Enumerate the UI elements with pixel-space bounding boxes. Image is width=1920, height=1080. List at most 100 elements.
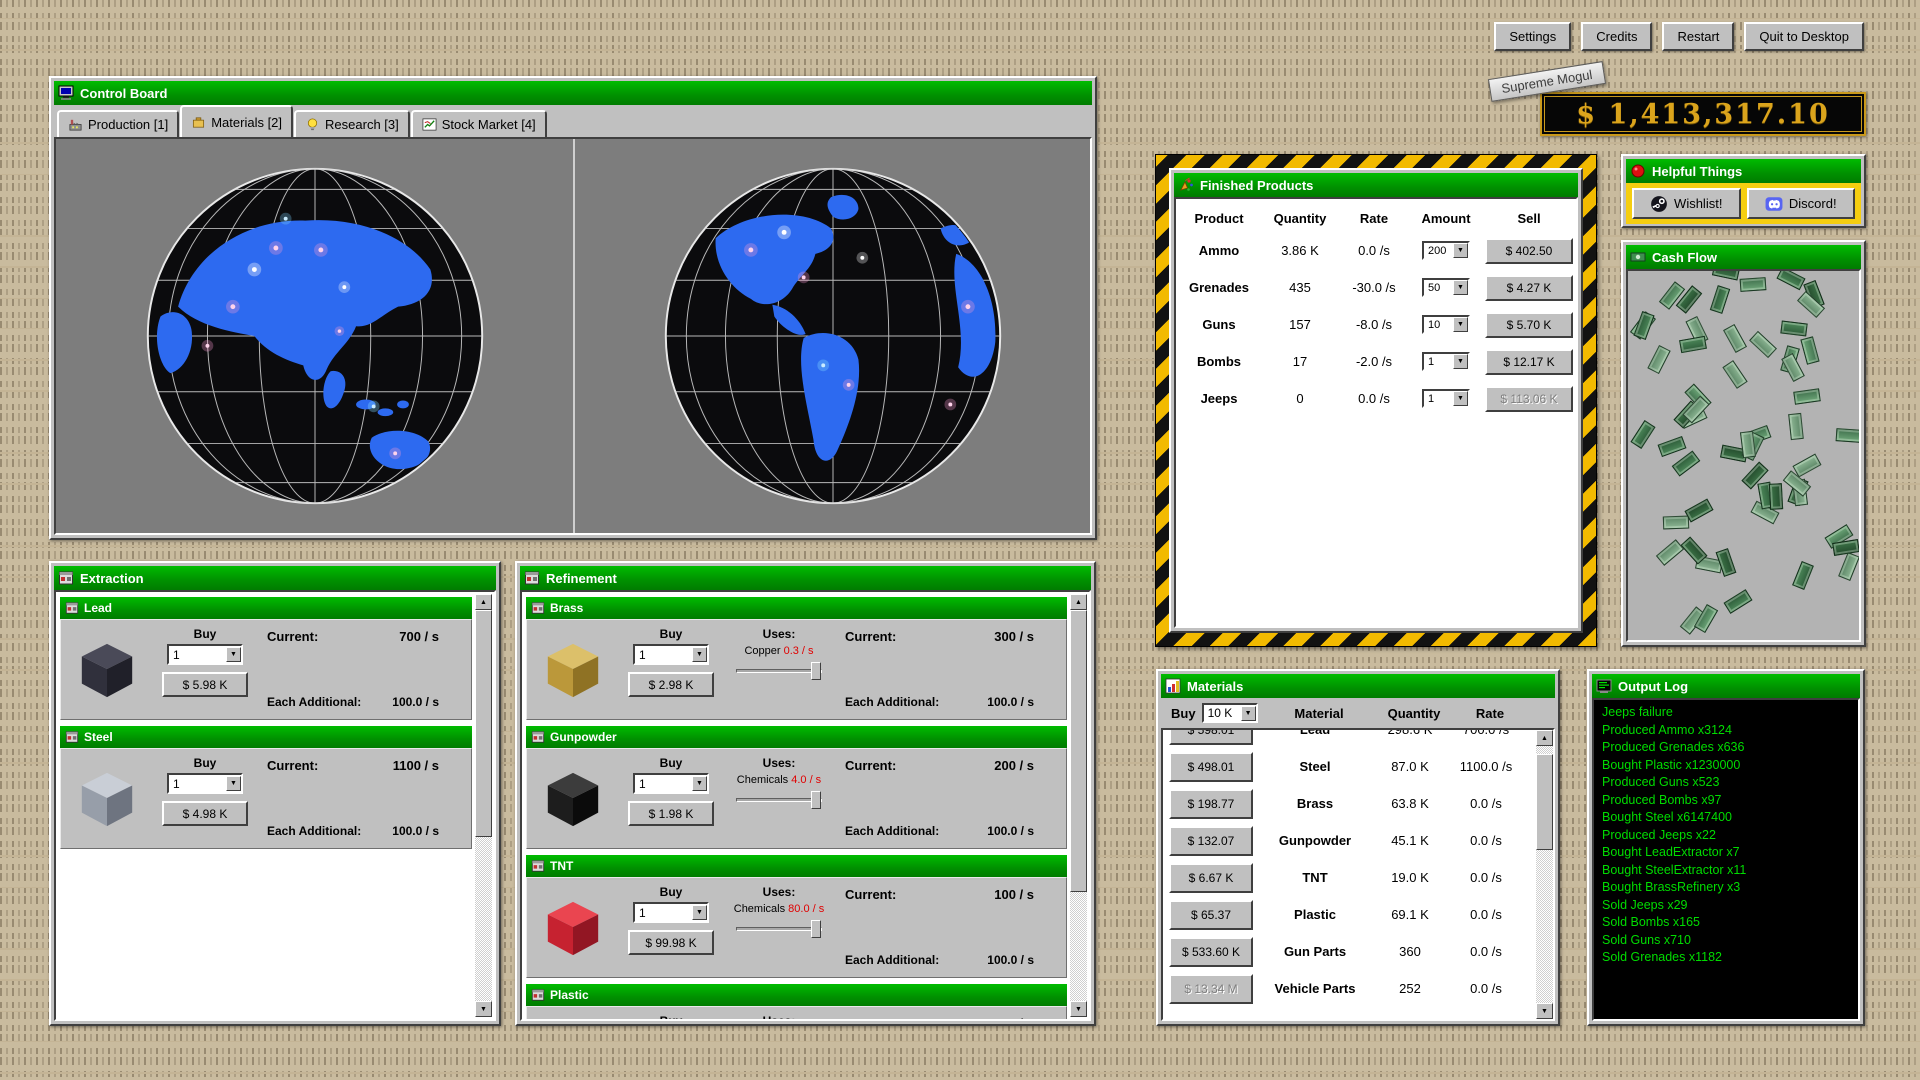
column-header: Rate: [1457, 706, 1523, 721]
sell-button[interactable]: $ 4.27 K: [1485, 275, 1573, 301]
uses-slider[interactable]: [736, 669, 822, 673]
chevron-down-icon[interactable]: ▼: [226, 776, 241, 791]
output-log-titlebar: Output Log: [1592, 674, 1860, 698]
scroll-up-icon[interactable]: ▲: [1070, 594, 1087, 610]
tab-research[interactable]: Research [3]: [294, 110, 410, 137]
vertical-scrollbar[interactable]: ▲ ▼: [475, 594, 492, 1017]
restart-button[interactable]: Restart: [1662, 22, 1734, 51]
table-row: Jeeps 0 0.0 /s 1▼ $ 113.06 K: [1176, 380, 1576, 417]
quit-to-desktop-button[interactable]: Quit to Desktop: [1744, 22, 1864, 51]
chevron-down-icon[interactable]: ▼: [692, 905, 707, 920]
buy-amount-select[interactable]: 1 ▼: [633, 902, 709, 923]
buy-refinery-button[interactable]: $ 2.98 K: [628, 672, 714, 697]
log-line: Bought Steel x6147400: [1602, 809, 1850, 827]
uses-slider[interactable]: [736, 927, 822, 931]
buy-material-button[interactable]: $ 13.34 M: [1169, 974, 1253, 1004]
buy-amount-select[interactable]: 1 ▼: [633, 644, 709, 665]
sell-amount-select[interactable]: 1▼: [1422, 352, 1470, 371]
buy-label: Buy: [660, 627, 683, 641]
slider-thumb[interactable]: [811, 920, 821, 938]
buy-material-button[interactable]: $ 132.07: [1169, 826, 1253, 856]
material-name: TNT: [1263, 870, 1367, 885]
each-additional-label: Each Additional:: [845, 695, 939, 709]
sell-button[interactable]: $ 402.50: [1485, 238, 1573, 264]
wishlist-button[interactable]: Wishlist!: [1632, 188, 1741, 219]
scroll-up-icon[interactable]: ▲: [475, 594, 492, 610]
buy-amount-select[interactable]: 10 K ▼: [1202, 703, 1258, 723]
material-row: $ 498.01 Steel 87.0 K 1100.0 /s: [1163, 748, 1536, 785]
uses-label: Uses:: [763, 1014, 796, 1021]
sell-button[interactable]: $ 12.17 K: [1485, 349, 1573, 375]
buy-refinery-button[interactable]: $ 1.98 K: [628, 801, 714, 826]
scroll-down-icon[interactable]: ▼: [475, 1001, 492, 1017]
credits-button[interactable]: Credits: [1581, 22, 1652, 51]
tab-materials[interactable]: Materials [2]: [180, 105, 293, 137]
output-log-body: Jeeps failure Produced Ammo x3124 Produc…: [1592, 698, 1860, 1021]
system-button-bar: Settings Credits Restart Quit to Desktop: [1494, 22, 1864, 51]
material-row: $ 198.77 Brass 63.8 K 0.0 /s: [1163, 785, 1536, 822]
control-board-window: Control Board Production [1] Materials […: [49, 76, 1097, 540]
scroll-down-icon[interactable]: ▼: [1070, 1001, 1087, 1017]
material-quantity: 69.1 K: [1367, 907, 1453, 922]
chevron-down-icon[interactable]: ▼: [692, 776, 707, 791]
buy-material-button[interactable]: $ 533.60 K: [1169, 937, 1253, 967]
uses-slider[interactable]: [736, 798, 822, 802]
buy-amount-select[interactable]: 1 ▼: [167, 773, 243, 794]
discord-button[interactable]: Discord!: [1747, 188, 1856, 219]
slider-thumb[interactable]: [811, 662, 821, 680]
buy-amount-select[interactable]: 1 ▼: [633, 773, 709, 794]
log-line: Sold Jeeps x29: [1602, 897, 1850, 915]
settings-button[interactable]: Settings: [1494, 22, 1571, 51]
material-rate: 1100.0 /s: [1453, 759, 1519, 774]
refinement-icon: [524, 570, 540, 586]
buy-refinery-button[interactable]: $ 99.98 K: [628, 930, 714, 955]
chevron-down-icon[interactable]: ▼: [692, 647, 707, 662]
steam-icon: [1650, 195, 1668, 213]
resource-panel-plastic: Plastic Buy 1 ▼ Uses:: [526, 984, 1067, 1021]
extraction-icon: [58, 570, 74, 586]
scrollbar-thumb[interactable]: [475, 610, 492, 837]
vertical-scrollbar[interactable]: ▲ ▼: [1070, 594, 1087, 1017]
vertical-scrollbar[interactable]: ▲ ▼: [1536, 730, 1553, 1019]
buy-material-button[interactable]: $ 498.01: [1169, 752, 1253, 782]
sell-button[interactable]: $ 113.06 K: [1485, 386, 1573, 412]
uses-resource: Copper: [744, 645, 780, 657]
buy-extractor-button[interactable]: $ 5.98 K: [162, 672, 248, 697]
scrollbar-thumb[interactable]: [1070, 610, 1087, 892]
chevron-down-icon[interactable]: ▼: [1453, 243, 1468, 258]
buy-material-button[interactable]: $ 6.67 K: [1169, 863, 1253, 893]
sell-amount-select[interactable]: 200▼: [1422, 241, 1470, 260]
buy-amount-select[interactable]: 1 ▼: [167, 644, 243, 665]
scrollbar-thumb[interactable]: [1536, 754, 1553, 850]
window-title: Output Log: [1618, 679, 1688, 694]
buy-material-button[interactable]: $ 598.01: [1169, 728, 1253, 745]
buy-material-button[interactable]: $ 198.77: [1169, 789, 1253, 819]
buy-material-button[interactable]: $ 65.37: [1169, 900, 1253, 930]
scroll-down-icon[interactable]: ▼: [1536, 1003, 1553, 1019]
current-label: Current:: [845, 629, 896, 644]
log-line: Sold Bombs x165: [1602, 914, 1850, 932]
finished-products-table: Product Quantity Rate Amount Sell Ammo 3…: [1174, 197, 1578, 628]
panel-icon: [65, 730, 79, 744]
chevron-down-icon[interactable]: ▼: [1453, 280, 1468, 295]
tab-production[interactable]: Production [1]: [57, 110, 179, 137]
chevron-down-icon[interactable]: ▼: [1241, 706, 1256, 721]
sell-amount-select[interactable]: 50▼: [1422, 278, 1470, 297]
scroll-up-icon[interactable]: ▲: [1536, 730, 1553, 746]
sell-amount-select[interactable]: 10▼: [1422, 315, 1470, 334]
sell-button[interactable]: $ 5.70 K: [1485, 312, 1573, 338]
money-amount: $ 1,413,317.10: [1576, 99, 1829, 130]
materials-window: Materials Buy 10 K ▼ Material Quantity R…: [1156, 669, 1560, 1026]
slider-thumb[interactable]: [811, 791, 821, 809]
resource-panel-lead: Lead Buy 1 ▼ $ 5.98 K: [60, 597, 472, 720]
tab-stock-market[interactable]: Stock Market [4]: [411, 110, 547, 137]
chevron-down-icon[interactable]: ▼: [1453, 354, 1468, 369]
sell-amount-select[interactable]: 1▼: [1422, 389, 1470, 408]
chevron-down-icon[interactable]: ▼: [1453, 391, 1468, 406]
buy-label: Buy: [660, 756, 683, 770]
buy-extractor-button[interactable]: $ 4.98 K: [162, 801, 248, 826]
chevron-down-icon[interactable]: ▼: [1453, 317, 1468, 332]
chevron-down-icon[interactable]: ▼: [226, 647, 241, 662]
panel-icon: [531, 730, 545, 744]
log-line: Produced Bombs x97: [1602, 792, 1850, 810]
